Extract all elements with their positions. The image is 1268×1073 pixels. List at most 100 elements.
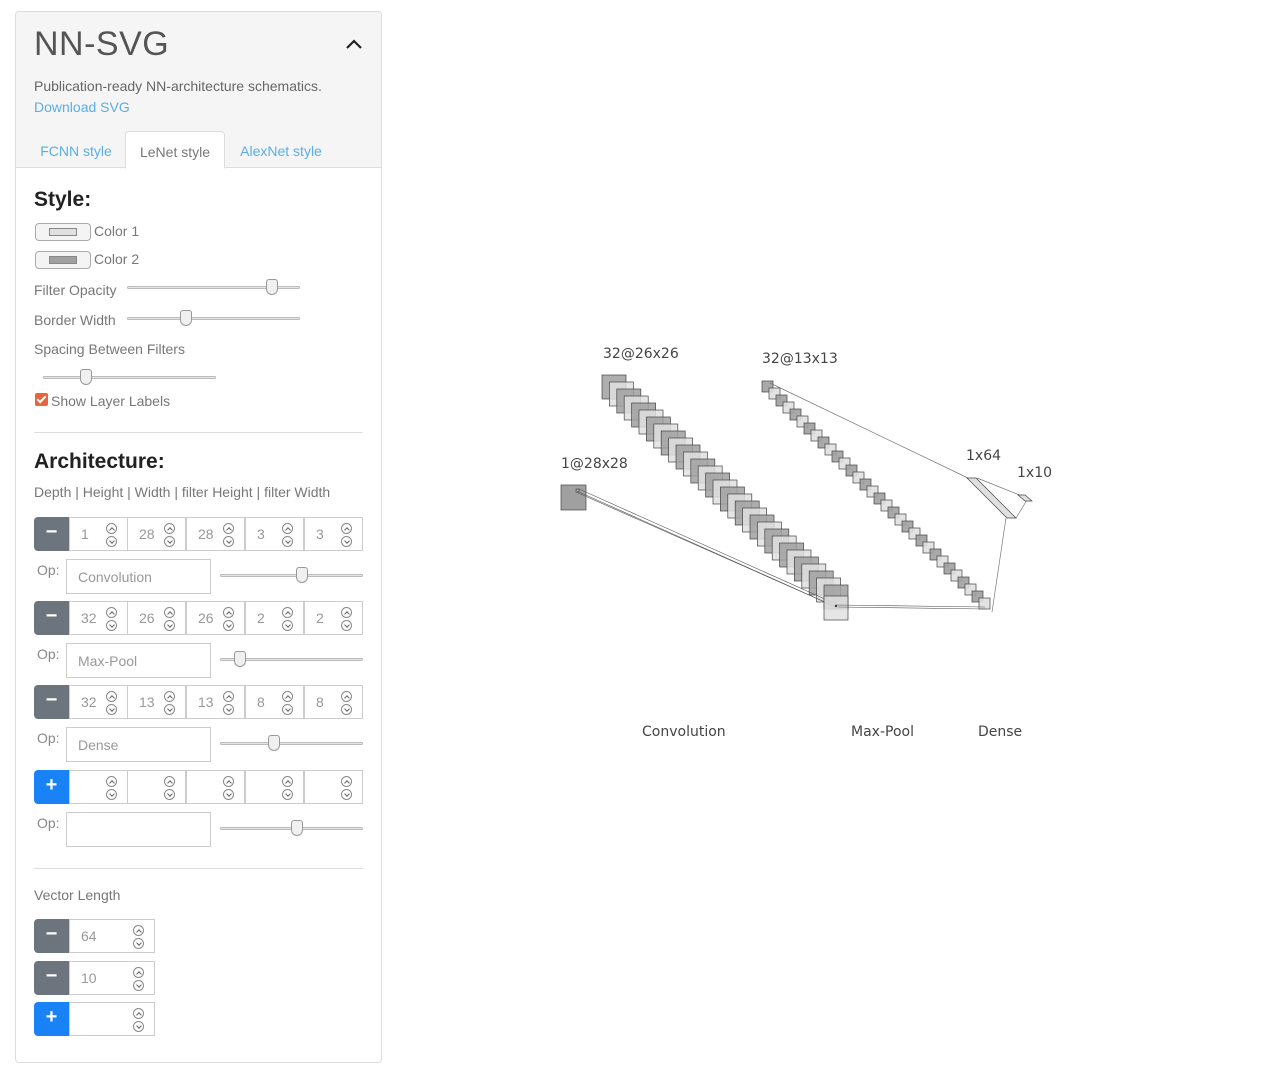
spinner-icon[interactable] xyxy=(341,776,352,800)
layer-param-input[interactable]: 2 xyxy=(304,601,363,635)
op-input[interactable]: Dense xyxy=(66,727,211,762)
spinner-icon[interactable] xyxy=(341,523,352,547)
filter-opacity-slider[interactable] xyxy=(127,279,300,295)
tab-lenet-style[interactable]: LeNet style xyxy=(125,131,225,169)
spinner-icon[interactable] xyxy=(164,607,175,631)
pool-filter-line xyxy=(837,606,986,610)
spinner-icon[interactable] xyxy=(106,691,117,715)
spinner-icon[interactable] xyxy=(164,691,175,715)
remove-vector-button[interactable]: − xyxy=(34,919,69,953)
layer-param-input[interactable]: 26 xyxy=(186,601,245,635)
divider xyxy=(34,868,363,869)
show-labels-label: Show Layer Labels xyxy=(51,393,171,409)
op-input[interactable]: Max-Pool xyxy=(66,643,211,678)
border-width-slider[interactable] xyxy=(127,310,300,326)
slider-thumb[interactable] xyxy=(234,651,247,667)
op-slider[interactable] xyxy=(220,735,363,751)
vector-length-input[interactable]: 64 xyxy=(69,919,155,953)
tab-fcnn-style[interactable]: FCNN style xyxy=(34,131,118,169)
spinner-icon[interactable] xyxy=(133,967,144,991)
layer-param-input[interactable]: 13 xyxy=(127,685,186,719)
color1-picker-button[interactable] xyxy=(35,223,91,241)
op-input[interactable]: Convolution xyxy=(66,559,211,594)
op-label: Dense xyxy=(978,724,1022,740)
layer-param-value: 13 xyxy=(198,694,214,710)
dense-connection-line xyxy=(991,517,1007,613)
layer-param-input[interactable]: 32 xyxy=(69,685,128,719)
spinner-icon[interactable] xyxy=(282,776,293,800)
vector-length-input[interactable] xyxy=(69,1002,155,1036)
layer-param-input[interactable] xyxy=(127,770,186,804)
divider xyxy=(34,432,363,433)
spinner-icon[interactable] xyxy=(106,607,117,631)
spinner-icon[interactable] xyxy=(223,776,234,800)
slider-thumb[interactable] xyxy=(295,567,308,583)
layer-param-value: 3 xyxy=(257,526,265,542)
control-panel: NN-SVG Publication-ready NN-architecture… xyxy=(15,11,382,1063)
layer-param-input[interactable]: 8 xyxy=(245,685,304,719)
spinner-icon[interactable] xyxy=(282,607,293,631)
layer-param-input[interactable]: 32 xyxy=(69,601,128,635)
dense-vector-10 xyxy=(1017,494,1033,502)
layer-param-input[interactable]: 1 xyxy=(69,517,128,551)
op-label: Max-Pool xyxy=(851,724,914,740)
layer-param-value: 2 xyxy=(316,610,324,626)
spinner-icon[interactable] xyxy=(223,523,234,547)
dense-connection-line xyxy=(1015,499,1028,519)
layer-param-input[interactable]: 8 xyxy=(304,685,363,719)
layer-param-input[interactable]: 26 xyxy=(127,601,186,635)
panel-header: NN-SVG Publication-ready NN-architecture… xyxy=(16,12,381,169)
spinner-icon[interactable] xyxy=(106,523,117,547)
op-slider[interactable] xyxy=(220,567,363,583)
op-slider[interactable] xyxy=(220,820,363,836)
add-layer-button[interactable]: + xyxy=(34,770,69,804)
op-slider[interactable] xyxy=(220,651,363,667)
spinner-icon[interactable] xyxy=(106,776,117,800)
remove-layer-button[interactable]: − xyxy=(34,517,69,551)
tab-alexnet-style[interactable]: AlexNet style xyxy=(236,131,326,169)
color2-picker-button[interactable] xyxy=(35,251,91,269)
slider-thumb[interactable] xyxy=(179,310,192,326)
spinner-icon[interactable] xyxy=(282,691,293,715)
layer-label: 1x64 xyxy=(966,448,1001,464)
spacing-slider[interactable] xyxy=(43,369,216,385)
layer-param-input[interactable]: 2 xyxy=(245,601,304,635)
spinner-icon[interactable] xyxy=(164,776,175,800)
remove-layer-button[interactable]: − xyxy=(34,685,69,719)
spinner-icon[interactable] xyxy=(282,523,293,547)
remove-vector-button[interactable]: − xyxy=(34,961,69,995)
layer-param-input[interactable]: 13 xyxy=(186,685,245,719)
layer-param-input[interactable]: 28 xyxy=(186,517,245,551)
slider-thumb[interactable] xyxy=(80,369,93,385)
download-svg-link[interactable]: Download SVG xyxy=(34,99,130,115)
spinner-icon[interactable] xyxy=(133,1008,144,1032)
color1-label: Color 1 xyxy=(94,223,140,239)
op-value: Convolution xyxy=(78,569,152,585)
show-labels-checkbox[interactable] xyxy=(35,393,48,406)
remove-layer-button[interactable]: − xyxy=(34,601,69,635)
slider-thumb[interactable] xyxy=(268,735,281,751)
op-input[interactable] xyxy=(66,812,211,847)
layer-param-value: 13 xyxy=(139,694,155,710)
spinner-icon[interactable] xyxy=(223,607,234,631)
slider-thumb[interactable] xyxy=(266,279,279,295)
layer-param-input[interactable]: 3 xyxy=(304,517,363,551)
style-heading: Style: xyxy=(34,188,92,211)
layer-param-input[interactable] xyxy=(186,770,245,804)
op-label: Op: xyxy=(37,815,60,831)
slider-thumb[interactable] xyxy=(291,820,304,836)
collapse-chevron-up-icon[interactable] xyxy=(342,34,366,54)
spinner-icon[interactable] xyxy=(341,691,352,715)
spinner-icon[interactable] xyxy=(223,691,234,715)
add-vector-button[interactable]: + xyxy=(34,1002,69,1036)
layer-param-input[interactable] xyxy=(69,770,128,804)
layer-param-input[interactable] xyxy=(304,770,363,804)
vector-length-input[interactable]: 10 xyxy=(69,961,155,995)
spinner-icon[interactable] xyxy=(341,607,352,631)
spinner-icon[interactable] xyxy=(164,523,175,547)
pool-feature-map xyxy=(978,597,991,610)
layer-param-input[interactable]: 28 xyxy=(127,517,186,551)
layer-param-input[interactable] xyxy=(245,770,304,804)
layer-param-input[interactable]: 3 xyxy=(245,517,304,551)
spinner-icon[interactable] xyxy=(133,925,144,949)
